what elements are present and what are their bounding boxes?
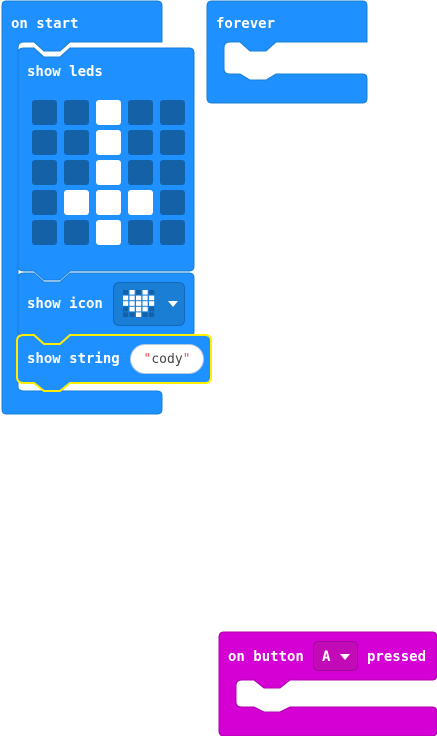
close-quote: " [182, 351, 191, 367]
led-cell[interactable] [32, 130, 57, 155]
led-cell[interactable] [64, 100, 89, 125]
led-cell[interactable] [96, 190, 121, 215]
chevron-down-icon [340, 654, 350, 660]
on-button-label: on button [228, 649, 304, 665]
led-cell[interactable] [128, 190, 153, 215]
led-cell[interactable] [32, 220, 57, 245]
chevron-down-icon [168, 301, 178, 307]
led-cell[interactable] [32, 160, 57, 185]
led-cell[interactable] [96, 130, 121, 155]
led-cell[interactable] [32, 100, 57, 125]
led-cell[interactable] [64, 160, 89, 185]
heart-icon [123, 290, 155, 317]
led-cell[interactable] [160, 160, 185, 185]
show-icon-label: show icon [27, 296, 103, 312]
icon-dropdown[interactable] [113, 282, 185, 326]
open-quote: " [143, 351, 152, 367]
led-cell[interactable] [128, 220, 153, 245]
led-cell[interactable] [64, 220, 89, 245]
led-cell[interactable] [128, 130, 153, 155]
led-cell[interactable] [32, 190, 57, 215]
led-cell[interactable] [160, 130, 185, 155]
led-cell[interactable] [96, 160, 121, 185]
led-cell[interactable] [96, 100, 121, 125]
forever-label: forever [216, 16, 276, 32]
show-string-label: show string [27, 351, 120, 367]
led-cell[interactable] [96, 220, 121, 245]
led-cell[interactable] [160, 100, 185, 125]
button-dropdown-value: A [322, 649, 331, 665]
led-cell[interactable] [64, 190, 89, 215]
led-cell[interactable] [160, 190, 185, 215]
string-input[interactable]: " cody " [130, 344, 204, 374]
show-leds-label: show leds [27, 64, 103, 80]
on-start-label: on start [11, 16, 79, 32]
pressed-label: pressed [367, 649, 427, 665]
led-matrix[interactable] [32, 100, 188, 246]
button-dropdown[interactable]: A [313, 641, 358, 671]
led-cell[interactable] [128, 100, 153, 125]
led-cell[interactable] [160, 220, 185, 245]
led-cell[interactable] [128, 160, 153, 185]
led-cell[interactable] [64, 130, 89, 155]
string-value: cody [151, 351, 183, 367]
